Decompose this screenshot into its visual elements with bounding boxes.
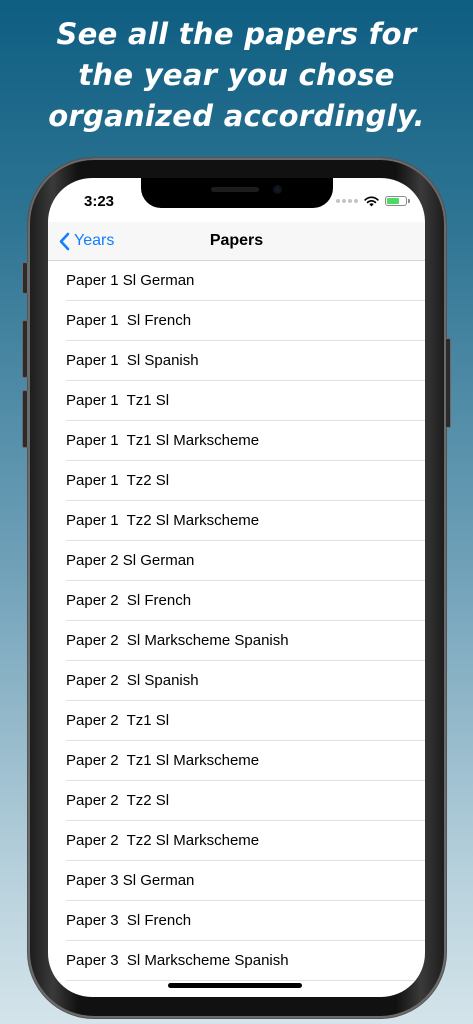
list-item[interactable]: Paper 1 Sl French (48, 301, 425, 341)
home-indicator[interactable] (168, 983, 302, 988)
headline-line-1: See all the papers for (56, 17, 417, 51)
front-camera-icon (273, 185, 282, 194)
status-indicators (336, 193, 410, 209)
speaker-grille (211, 187, 259, 192)
list-item[interactable]: Paper 3 Sl French (48, 901, 425, 941)
promo-headline: See all the papers for the year you chos… (0, 14, 473, 137)
list-item[interactable]: Paper 2 Sl German (48, 541, 425, 581)
phone-screen: 3:23 Years Papers Paper 1 Sl German Paper… (48, 178, 425, 997)
status-time: 3:23 (84, 193, 115, 210)
list-item[interactable]: Paper 3 Sl Markscheme Spanish (48, 941, 425, 981)
list-item[interactable]: Paper 1 Tz1 Sl (48, 381, 425, 421)
battery-charging-icon (385, 196, 410, 206)
papers-list: Paper 1 Sl German Paper 1 Sl French Paper … (48, 261, 425, 981)
list-item[interactable]: Paper 2 Sl Spanish (48, 661, 425, 701)
battery-level-fill (387, 198, 399, 204)
headline-line-3: organized accordingly. (48, 99, 425, 133)
headline-line-2: the year you chose (78, 58, 395, 92)
signal-dots-icon (336, 199, 358, 203)
nav-title: Papers (209, 232, 264, 249)
list-item[interactable]: Paper 2 Tz2 Sl Markscheme (48, 821, 425, 861)
list-item[interactable]: Paper 2 Tz1 Sl Markscheme (48, 741, 425, 781)
notch (141, 178, 333, 208)
side-button (445, 338, 451, 428)
list-item[interactable]: Paper 1 Sl Spanish (48, 341, 425, 381)
list-item[interactable]: Paper 1 Tz2 Sl (48, 461, 425, 501)
list-item[interactable]: Paper 3 Sl German (48, 861, 425, 901)
list-item[interactable]: Paper 2 Sl French (48, 581, 425, 621)
list-item[interactable]: Paper 1 Sl German (48, 261, 425, 301)
navigation-bar: Years Papers (48, 222, 425, 261)
list-item[interactable]: Paper 1 Tz2 Sl Markscheme (48, 501, 425, 541)
list-item[interactable]: Paper 2 Tz2 Sl (48, 781, 425, 821)
list-item[interactable]: Paper 2 Tz1 Sl (48, 701, 425, 741)
list-item[interactable]: Paper 2 Sl Markscheme Spanish (48, 621, 425, 661)
volume-up-button (22, 320, 28, 378)
volume-down-button (22, 390, 28, 448)
wifi-icon (364, 195, 379, 206)
mute-switch (22, 262, 28, 294)
list-item[interactable]: Paper 1 Tz1 Sl Markscheme (48, 421, 425, 461)
